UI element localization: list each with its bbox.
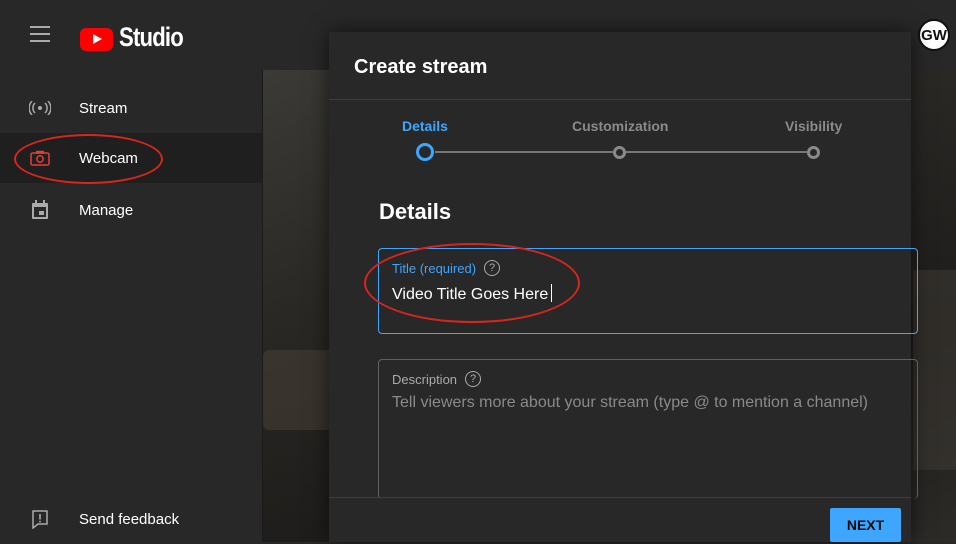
text-caret — [551, 284, 553, 302]
avatar[interactable]: GW — [918, 19, 950, 51]
feedback-icon — [28, 507, 52, 531]
step-customization-label[interactable]: Customization — [572, 118, 668, 134]
step-details-label[interactable]: Details — [402, 118, 448, 134]
divider — [329, 99, 911, 100]
title-field[interactable]: Title (required) ? Video Title Goes Here — [378, 248, 918, 334]
sidebar-item-manage[interactable]: Manage — [0, 185, 262, 235]
description-field[interactable]: Description ? Tell viewers more about yo… — [378, 359, 918, 499]
sidebar: Stream Webcam Manage Send feedback — [0, 70, 263, 542]
title-label-text: Title (required) — [392, 260, 477, 276]
send-feedback-label: Send feedback — [79, 510, 180, 528]
sidebar-item-label: Stream — [79, 99, 128, 117]
sidebar-item-label: Manage — [79, 201, 134, 219]
step-customization-dot[interactable] — [613, 146, 626, 159]
live-signal-icon — [28, 96, 52, 120]
stepper-line — [626, 151, 807, 153]
step-visibility-dot[interactable] — [807, 146, 820, 159]
footer-divider — [329, 497, 911, 498]
calendar-icon — [28, 198, 52, 222]
dialog-title: Create stream — [354, 56, 488, 78]
step-visibility-label[interactable]: Visibility — [785, 118, 842, 134]
youtube-logo-icon[interactable] — [80, 28, 113, 51]
description-field-label: Description ? — [392, 371, 482, 387]
title-field-label: Title (required) ? — [392, 260, 501, 276]
help-icon[interactable]: ? — [484, 260, 501, 276]
step-details-dot[interactable] — [416, 143, 434, 161]
title-input-value[interactable]: Video Title Goes Here — [392, 284, 553, 304]
title-input-text: Video Title Goes Here — [392, 286, 549, 303]
sidebar-item-webcam[interactable]: Webcam — [0, 133, 262, 183]
description-label-text: Description — [392, 371, 458, 387]
create-stream-dialog: Create stream Details Customization Visi… — [329, 32, 918, 542]
sidebar-item-stream[interactable]: Stream — [0, 83, 262, 133]
help-icon[interactable]: ? — [465, 371, 482, 387]
stepper-line — [435, 151, 613, 153]
section-heading: Details — [379, 199, 452, 224]
menu-icon[interactable] — [30, 26, 50, 42]
description-placeholder[interactable]: Tell viewers more about your stream (typ… — [392, 394, 868, 412]
studio-brand[interactable]: Studio — [119, 22, 184, 53]
camera-icon — [28, 146, 52, 170]
sidebar-item-label: Webcam — [79, 149, 138, 167]
next-button[interactable]: NEXT — [830, 508, 901, 542]
send-feedback-button[interactable]: Send feedback — [0, 494, 262, 544]
